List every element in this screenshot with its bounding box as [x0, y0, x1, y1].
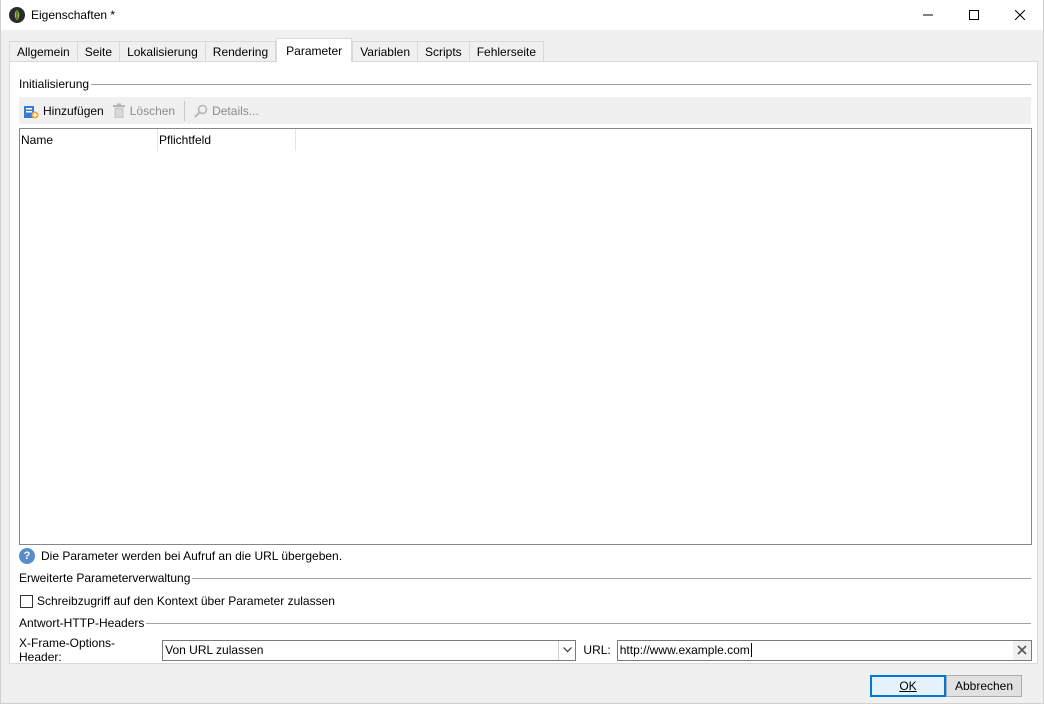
chevron-down-icon: [562, 647, 572, 653]
info-text: Die Parameter werden bei Aufruf an die U…: [41, 549, 343, 563]
delete-button[interactable]: Löschen: [108, 99, 179, 122]
http-headers-group-header: Antwort-HTTP-Headers: [19, 616, 1031, 630]
cancel-button[interactable]: Abbrechen: [946, 675, 1022, 697]
parameter-panel: Initialisierung Hinzufügen Löschen Detai…: [9, 61, 1038, 664]
text-caret: [750, 643, 752, 657]
initialization-group-header: Initialisierung: [19, 77, 1031, 91]
url-input[interactable]: http://www.example.com: [616, 639, 1033, 661]
question-icon: ?: [19, 548, 35, 564]
initialization-group-label: Initialisierung: [19, 77, 90, 91]
column-header-label: Pflichtfeld: [159, 133, 212, 147]
tab-label: Fehlerseite: [476, 45, 537, 59]
tab-label: Seite: [84, 45, 113, 59]
close-icon: [1015, 10, 1025, 20]
context-write-checkbox[interactable]: [20, 594, 33, 608]
context-write-checkbox-label: Schreibzugriff auf den Kontext über Para…: [37, 594, 335, 608]
column-header-label: Name: [21, 133, 54, 147]
column-header-mandatory[interactable]: Pflichtfeld: [158, 129, 296, 151]
dropdown-button[interactable]: [558, 640, 576, 660]
properties-dialog: Eigenschaften * Allgemein Seite Lokalisi…: [0, 0, 1044, 704]
column-header-name[interactable]: Name: [20, 129, 158, 151]
tab-label: Parameter: [286, 43, 343, 58]
info-line: ? Die Parameter werden bei Aufruf an die…: [19, 548, 342, 564]
add-button[interactable]: Hinzufügen: [19, 99, 108, 122]
toolbar-separator: [184, 100, 186, 121]
ok-label: OK: [899, 679, 917, 693]
xframe-row: X-Frame-Options-Header: Von URL zulassen…: [19, 636, 1033, 664]
delete-label: Löschen: [129, 103, 176, 118]
cancel-label: Abbrechen: [954, 679, 1014, 693]
group-divider: [146, 622, 1031, 624]
parameter-list[interactable]: Name Pflichtfeld: [19, 128, 1032, 545]
context-write-checkbox-row[interactable]: Schreibzugriff auf den Kontext über Para…: [20, 594, 335, 608]
list-header: Name Pflichtfeld: [20, 129, 1031, 151]
xframe-selected-value: Von URL zulassen: [165, 643, 264, 657]
tab-scripts[interactable]: Scripts: [417, 41, 470, 62]
clear-url-button[interactable]: [1013, 640, 1032, 660]
search-icon: [194, 104, 208, 118]
window-controls: [905, 0, 1043, 30]
tab-label: Lokalisierung: [127, 45, 198, 59]
tab-rendering[interactable]: Rendering: [204, 41, 277, 62]
tab-fehlerseite[interactable]: Fehlerseite: [468, 41, 545, 62]
tab-lokalisierung[interactable]: Lokalisierung: [119, 41, 206, 62]
tab-label: Rendering: [212, 45, 269, 59]
url-value: http://www.example.com: [619, 643, 750, 657]
tab-variablen[interactable]: Variablen: [352, 41, 418, 62]
group-divider: [192, 577, 1031, 579]
add-label: Hinzufügen: [43, 103, 104, 118]
trash-icon: [112, 103, 126, 119]
details-button[interactable]: Details...: [190, 99, 263, 122]
minimize-button[interactable]: [905, 0, 951, 30]
minimize-icon: [923, 14, 933, 16]
ok-button[interactable]: OK: [870, 675, 946, 697]
tab-allgemein[interactable]: Allgemein: [9, 41, 78, 62]
tab-strip: Allgemein Seite Lokalisierung Rendering …: [9, 38, 545, 62]
url-text-wrap: http://www.example.com: [620, 643, 752, 657]
tab-seite[interactable]: Seite: [76, 41, 121, 62]
url-label: URL:: [583, 643, 611, 657]
clear-icon: [1017, 645, 1027, 655]
tab-label: Variablen: [360, 45, 410, 59]
xframe-options-select[interactable]: Von URL zulassen: [162, 639, 577, 661]
maximize-button[interactable]: [951, 0, 997, 30]
title-bar: Eigenschaften *: [1, 0, 1043, 30]
window-title: Eigenschaften *: [31, 8, 116, 22]
http-headers-group-label: Antwort-HTTP-Headers: [19, 616, 145, 630]
tab-parameter[interactable]: Parameter: [276, 38, 353, 62]
maximize-icon: [969, 10, 979, 20]
add-icon: [23, 103, 39, 119]
app-icon: [9, 7, 25, 23]
parameter-toolbar: Hinzufügen Löschen Details...: [19, 97, 1031, 124]
advanced-group-label: Erweiterte Parameterverwaltung: [19, 571, 191, 585]
advanced-group-header: Erweiterte Parameterverwaltung: [19, 571, 1031, 585]
close-button[interactable]: [997, 0, 1043, 30]
tab-label: Allgemein: [17, 45, 70, 59]
xframe-label: X-Frame-Options-Header:: [19, 636, 116, 664]
details-label: Details...: [212, 103, 259, 118]
group-divider: [91, 83, 1031, 85]
tab-label: Scripts: [425, 45, 462, 59]
